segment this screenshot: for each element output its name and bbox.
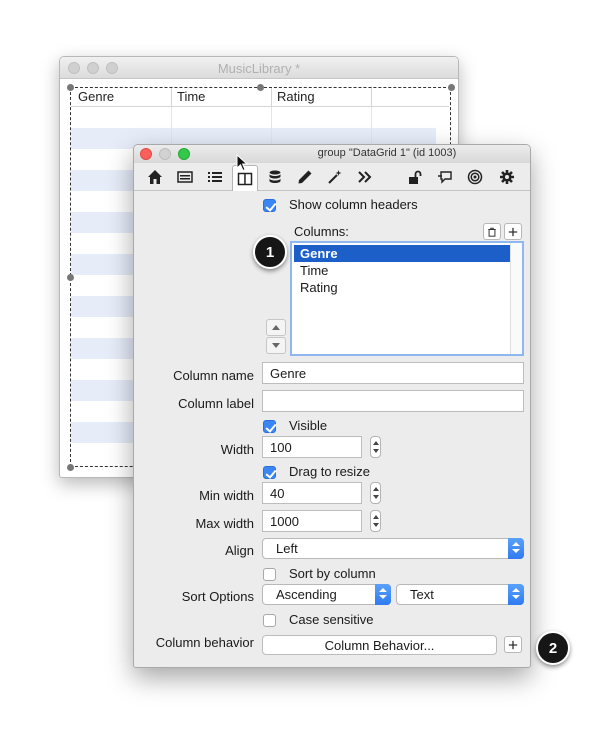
card-icon[interactable] xyxy=(172,166,198,188)
visible-checkbox[interactable] xyxy=(263,420,276,433)
resize-handle[interactable] xyxy=(67,84,74,91)
sort-type-value: Text xyxy=(410,587,434,602)
width-field[interactable]: 100 xyxy=(262,436,362,458)
callout-badge-1: 1 xyxy=(253,235,287,269)
sort-by-column-label: Sort by column xyxy=(289,566,376,581)
resize-handle[interactable] xyxy=(67,274,74,281)
list-item[interactable]: Rating xyxy=(294,279,510,296)
drag-to-resize-checkbox[interactable] xyxy=(263,466,276,479)
show-column-headers-label: Show column headers xyxy=(289,197,418,212)
max-width-stepper[interactable] xyxy=(370,510,381,532)
column-label-field[interactable] xyxy=(262,390,524,412)
inspector-title: group "DataGrid 1" (id 1003) xyxy=(317,147,457,159)
add-column-button[interactable] xyxy=(504,223,522,240)
show-column-headers-checkbox[interactable] xyxy=(263,199,276,212)
move-column-down-button[interactable] xyxy=(266,337,286,354)
list-item[interactable]: Time xyxy=(294,262,510,279)
align-label: Align xyxy=(225,543,254,558)
column-name-label: Column name xyxy=(173,368,254,383)
min-width-stepper[interactable] xyxy=(370,482,381,504)
max-width-label: Max width xyxy=(195,516,254,531)
width-stepper[interactable] xyxy=(370,436,381,458)
database-icon[interactable] xyxy=(262,166,288,188)
align-select-value: Left xyxy=(276,541,298,556)
magic-wand-icon[interactable] xyxy=(322,166,348,188)
message-icon[interactable] xyxy=(432,166,458,188)
resize-handle[interactable] xyxy=(67,464,74,471)
unlock-icon[interactable] xyxy=(402,166,428,188)
columns-list[interactable]: Genre Time Rating xyxy=(290,241,524,356)
case-sensitive-checkbox[interactable] xyxy=(263,614,276,627)
mouse-cursor-icon xyxy=(236,154,248,172)
column-name-field[interactable]: Genre xyxy=(262,362,524,384)
sort-order-value: Ascending xyxy=(276,587,337,602)
resize-handle[interactable] xyxy=(257,84,264,91)
popup-arrows-icon xyxy=(508,538,524,559)
sort-type-select[interactable]: Text xyxy=(396,584,524,605)
home-icon[interactable] xyxy=(142,166,168,188)
sort-options-label: Sort Options xyxy=(181,589,254,604)
max-width-field[interactable]: 1000 xyxy=(262,510,362,532)
column-behavior-add-button[interactable] xyxy=(504,636,522,653)
popup-arrows-icon xyxy=(375,584,391,605)
visible-label: Visible xyxy=(289,418,328,433)
inspector-toolbar xyxy=(134,163,530,191)
column-behavior-button[interactable]: Column Behavior... xyxy=(262,635,497,655)
sort-by-column-checkbox[interactable] xyxy=(263,568,276,581)
target-icon[interactable] xyxy=(462,166,488,188)
resize-handle[interactable] xyxy=(448,84,455,91)
column-label-label: Column label xyxy=(178,396,254,411)
columns-label: Columns: xyxy=(294,224,349,239)
pencil-icon[interactable] xyxy=(292,166,318,188)
list-scrollbar[interactable] xyxy=(510,243,522,354)
delete-column-button[interactable] xyxy=(483,223,501,240)
width-label: Width xyxy=(220,442,254,457)
inspector-titlebar[interactable]: group "DataGrid 1" (id 1003) xyxy=(134,145,530,163)
align-select[interactable]: Left xyxy=(262,538,524,559)
case-sensitive-label: Case sensitive xyxy=(289,612,374,627)
move-column-up-button[interactable] xyxy=(266,319,286,336)
popup-arrows-icon xyxy=(508,584,524,605)
window-titlebar[interactable]: MusicLibrary * xyxy=(60,57,458,79)
sort-order-select[interactable]: Ascending xyxy=(262,584,391,605)
property-inspector: group "DataGrid 1" (id 1003) Show column… xyxy=(133,144,531,668)
column-behavior-label: Column behavior xyxy=(155,635,254,650)
list-icon[interactable] xyxy=(202,166,228,188)
chevrons-right-icon[interactable] xyxy=(352,166,378,188)
window-title: MusicLibrary * xyxy=(217,61,301,76)
list-item[interactable]: Genre xyxy=(294,245,510,262)
drag-to-resize-label: Drag to resize xyxy=(289,464,370,479)
min-width-label: Min width xyxy=(199,488,254,503)
gear-icon[interactable] xyxy=(494,166,520,188)
callout-badge-2: 2 xyxy=(536,631,570,665)
min-width-field[interactable]: 40 xyxy=(262,482,362,504)
